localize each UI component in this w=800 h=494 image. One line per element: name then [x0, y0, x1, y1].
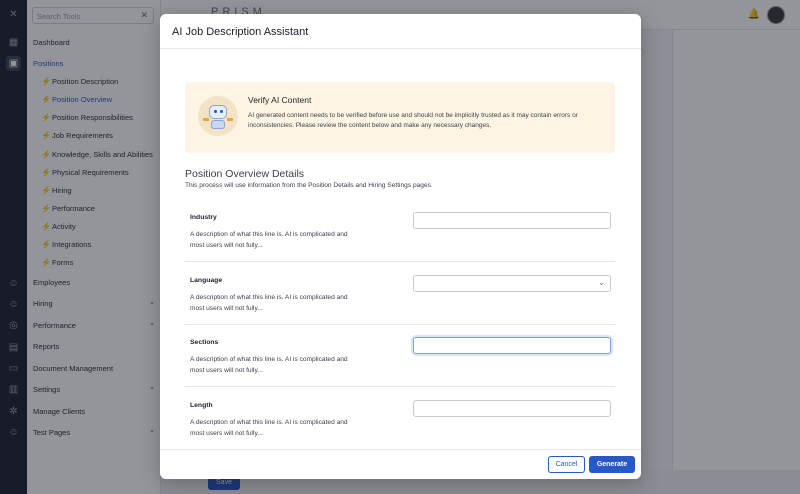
field-description: A description of what this line is. AI i… [190, 294, 348, 312]
notice-text: AI generated content needs to be verifie… [248, 112, 578, 129]
field-row-language: Language A description of what this line… [185, 262, 615, 325]
notice-title: Verify AI Content [248, 95, 312, 105]
field-row-length: Length A description of what this line i… [185, 387, 615, 449]
language-select[interactable]: ⌄ [413, 275, 611, 292]
robot-icon [198, 96, 238, 136]
field-row-industry: Industry A description of what this line… [185, 199, 615, 262]
field-description: A description of what this line is. AI i… [190, 419, 348, 437]
field-description: A description of what this line is. AI i… [190, 231, 348, 249]
field-row-sections: Sections A description of what this line… [185, 324, 615, 387]
field-description: A description of what this line is. AI i… [190, 356, 348, 374]
field-label: Sections [190, 339, 219, 346]
sections-input[interactable] [413, 337, 611, 354]
modal-title: AI Job Description Assistant [160, 14, 641, 49]
industry-input[interactable] [413, 212, 611, 229]
modal-footer: Cancel Generate [160, 449, 641, 479]
cancel-button[interactable]: Cancel [548, 456, 585, 473]
modal-body: Verify AI Content AI generated content n… [160, 49, 641, 449]
generate-button[interactable]: Generate [589, 456, 635, 473]
section-title: Position Overview Details [185, 168, 305, 180]
length-input[interactable] [413, 400, 611, 417]
section-subtitle: This process will use information from t… [185, 182, 433, 189]
field-label: Language [190, 277, 223, 284]
verify-notice: Verify AI Content AI generated content n… [185, 82, 615, 153]
chevron-down-icon: ⌄ [598, 278, 605, 287]
field-label: Industry [190, 214, 217, 221]
ai-assistant-modal: AI Job Description Assistant Verify AI C… [160, 14, 641, 479]
field-label: Length [190, 402, 213, 409]
